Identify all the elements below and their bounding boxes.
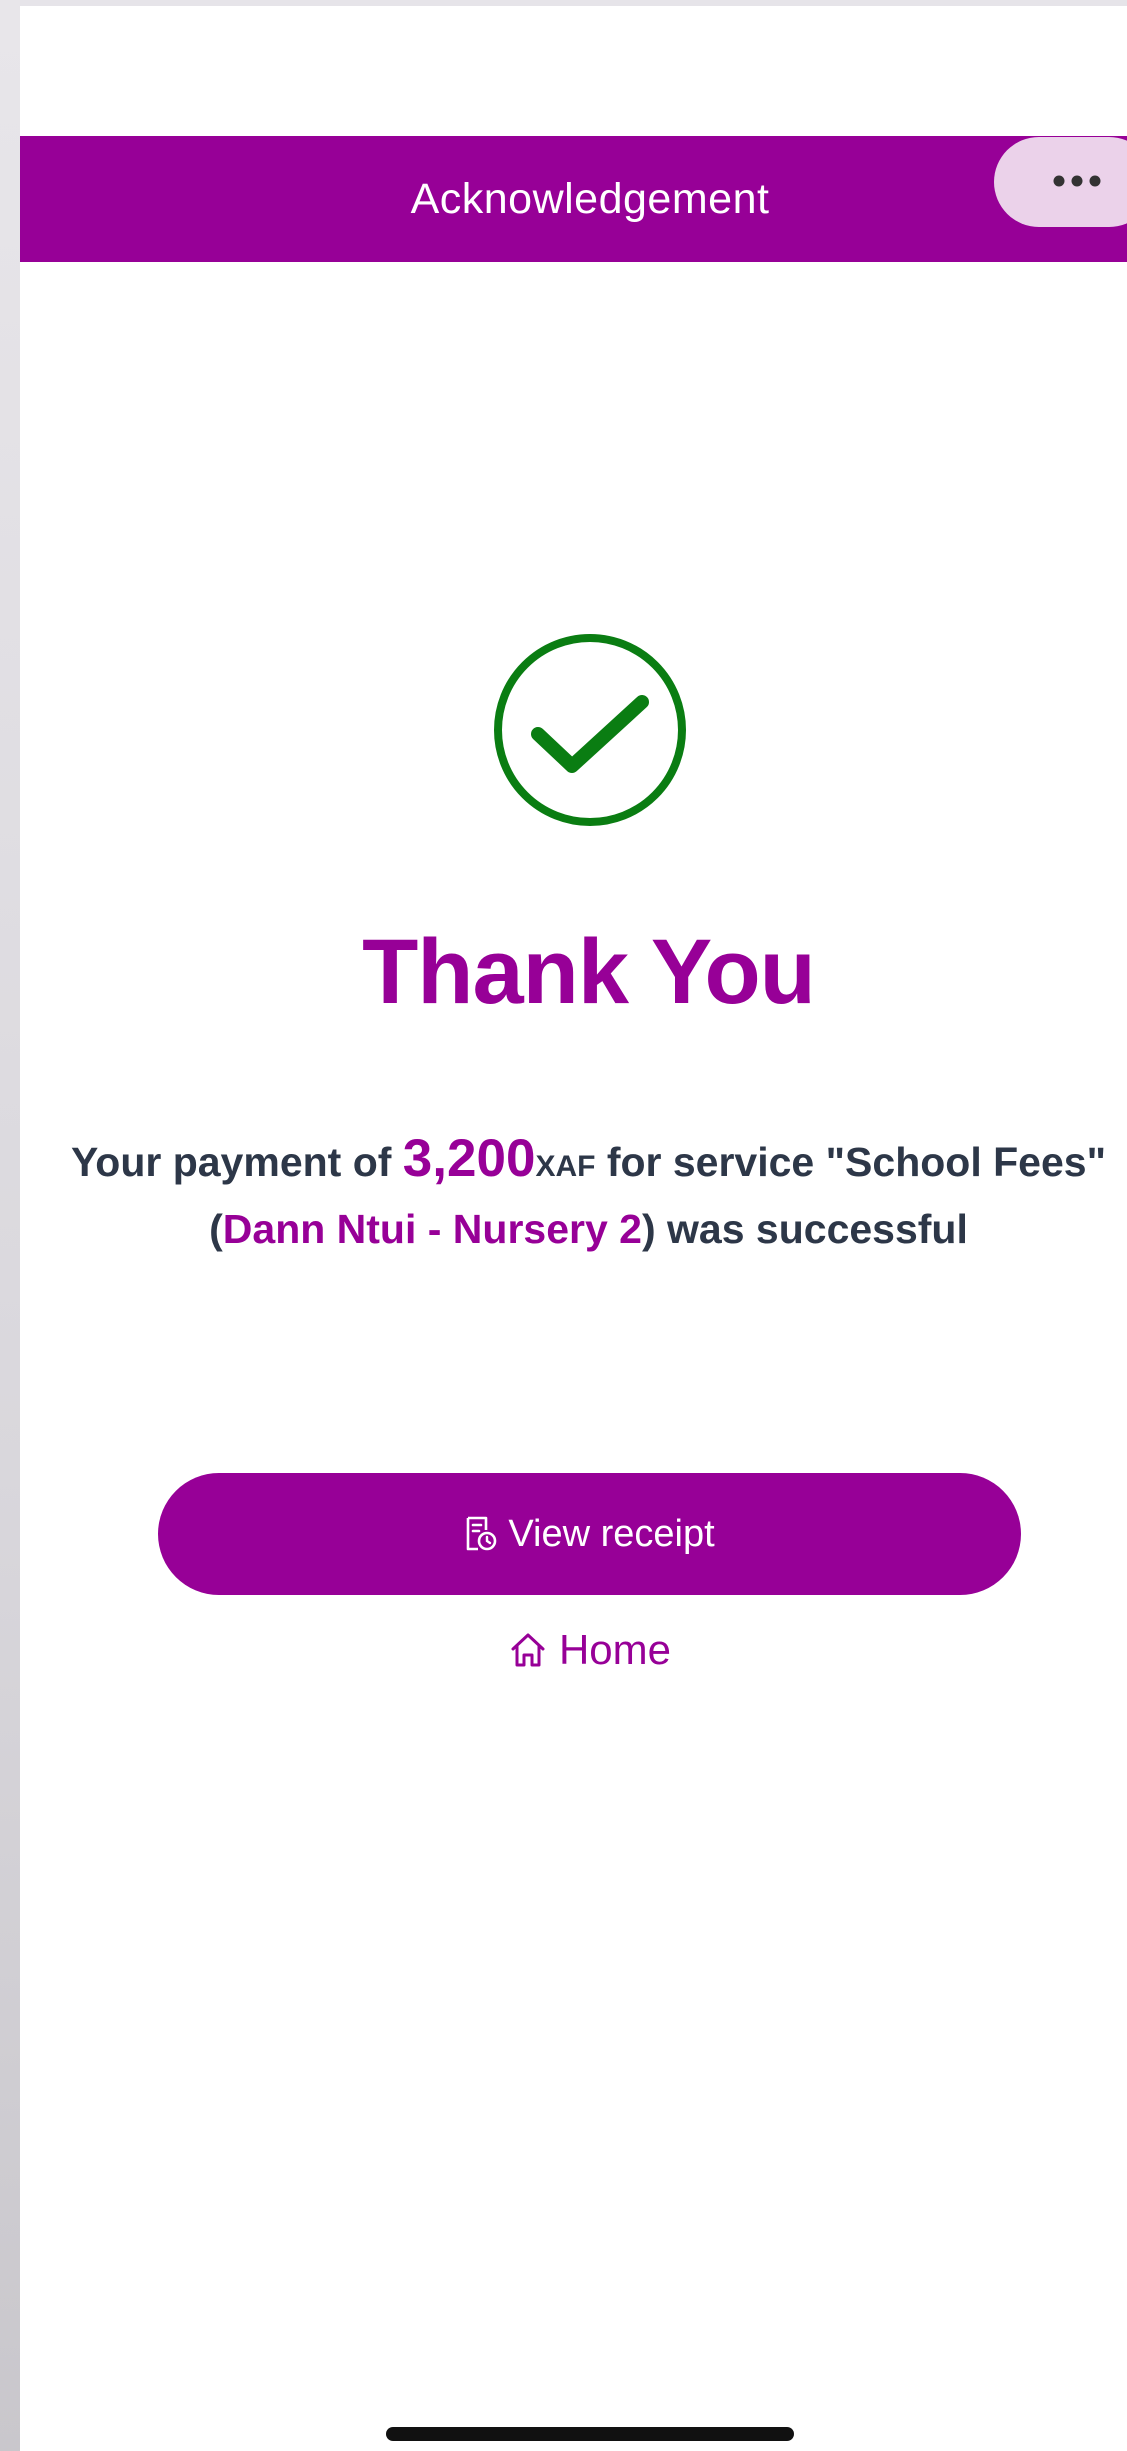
student-name: Dann Ntui - Nursery 2 <box>222 1206 642 1252</box>
app-header: Acknowledgement <box>20 136 1127 262</box>
thank-you-heading: Thank You <box>362 921 816 1023</box>
view-receipt-button[interactable]: View receipt <box>158 1473 1021 1595</box>
page-title: Acknowledgement <box>410 175 770 223</box>
home-icon <box>511 1633 545 1667</box>
left-edge <box>0 0 20 2451</box>
message-suffix: ) was successful <box>641 1206 968 1252</box>
payment-amount: 3,200 <box>402 1129 536 1188</box>
receipt-icon <box>467 1516 497 1551</box>
check-circle-icon <box>494 634 686 826</box>
home-label: Home <box>558 1626 672 1673</box>
message-prefix: Your payment of <box>70 1139 403 1185</box>
payment-message: Your payment of 3,200XAF for service "Sc… <box>70 1128 1107 1260</box>
view-receipt-label: View receipt <box>508 1512 715 1555</box>
more-horizontal-icon <box>1053 175 1101 187</box>
top-edge <box>0 0 1127 6</box>
home-link[interactable]: Home <box>470 1620 710 1680</box>
payment-currency: XAF <box>535 1150 596 1183</box>
home-indicator[interactable] <box>386 2427 794 2441</box>
